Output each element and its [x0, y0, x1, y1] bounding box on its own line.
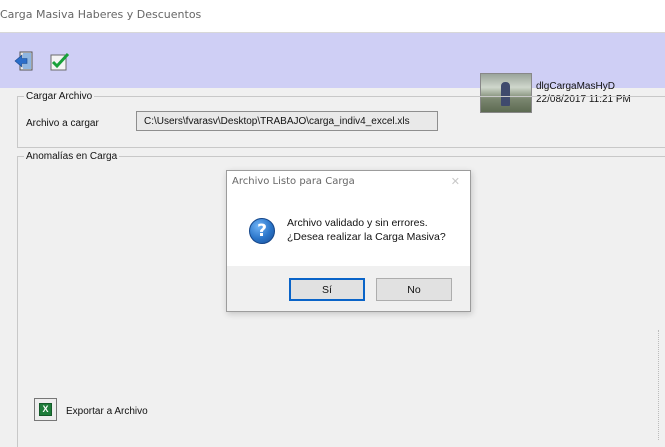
window-title: Carga Masiva Haberes y Descuentos: [0, 8, 202, 21]
confirm-dialog: Archivo Listo para Carga ✕ ? Archivo val…: [226, 170, 471, 312]
close-icon[interactable]: ✕: [451, 175, 460, 188]
question-icon: ?: [249, 218, 275, 244]
excel-icon: X: [39, 403, 52, 416]
dialog-message-line1: Archivo validado y sin errores.: [287, 217, 428, 229]
dialog-message-line2: ¿Desea realizar la Carga Masiva?: [287, 231, 446, 243]
archivo-label: Archivo a cargar: [26, 118, 99, 129]
anomalias-legend: Anomalías en Carga: [26, 151, 118, 162]
archivo-input[interactable]: [136, 111, 438, 131]
export-button[interactable]: X: [34, 398, 57, 421]
export-label: Exportar a Archivo: [66, 406, 148, 417]
scroll-edge: [658, 330, 663, 440]
check-icon[interactable]: [50, 51, 70, 71]
dialog-title: Archivo Listo para Carga: [232, 176, 355, 187]
cargar-archivo-legend: Cargar Archivo: [26, 91, 93, 102]
main-window: Carga Masiva Haberes y Descuentos dlgCar…: [0, 0, 665, 447]
title-bar: Carga Masiva Haberes y Descuentos: [0, 0, 665, 33]
no-button[interactable]: No: [376, 278, 452, 301]
exit-icon[interactable]: [14, 51, 34, 71]
toolbar: dlgCargaMasHyD 22/08/2017 11:21 PM: [0, 33, 665, 113]
yes-button[interactable]: Sí: [289, 278, 365, 301]
